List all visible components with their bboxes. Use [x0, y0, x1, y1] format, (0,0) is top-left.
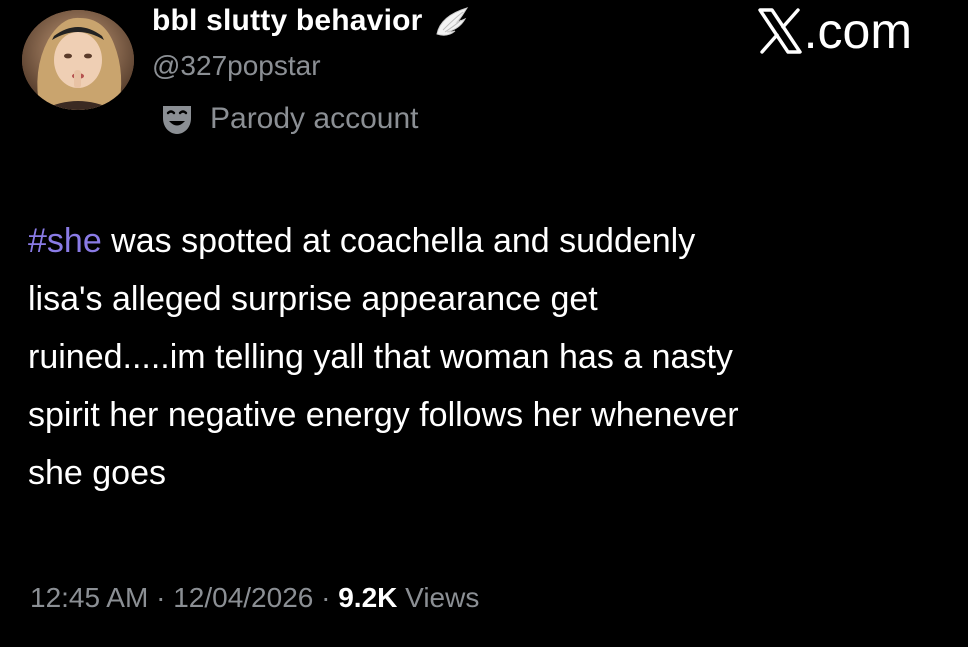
meta-separator: ·	[148, 582, 174, 613]
tweet-line: she goes	[28, 454, 166, 492]
tweet-line-text: was spotted at coachella and suddenly	[101, 222, 696, 260]
parody-label: Parody account	[210, 102, 419, 135]
views-count: 9.2K	[338, 582, 398, 613]
tweet-line: ruined.....im telling yall that woman ha…	[28, 338, 733, 376]
parody-label-row: Parody account	[160, 102, 418, 136]
avatar-image	[22, 10, 134, 110]
tweet-line: #she was spotted at coachella and sudden…	[28, 212, 948, 270]
angel-wing-icon	[433, 4, 471, 38]
tweet-line: spirit her negative energy follows her w…	[28, 396, 739, 434]
tweet-card: bbl slutty behavior @327popstar Parody a…	[0, 0, 968, 647]
x-logo-icon	[757, 8, 802, 54]
author-name-row: bbl slutty behavior	[152, 4, 471, 38]
tweet-meta: 12:45 AM · 12/04/2026 · 9.2K Views	[30, 582, 479, 614]
views-label: Views	[397, 582, 480, 613]
avatar[interactable]	[22, 10, 134, 110]
tweet-date[interactable]: 12/04/2026	[173, 582, 313, 613]
author-display-name[interactable]: bbl slutty behavior	[152, 4, 423, 38]
tweet-text: #she was spotted at coachella and sudden…	[28, 212, 948, 502]
tweet-line: lisa's alleged surprise appearance get	[28, 280, 598, 318]
tweet-time[interactable]: 12:45 AM	[30, 582, 148, 613]
meta-separator: ·	[313, 582, 339, 613]
hashtag-link[interactable]: #she	[28, 222, 102, 260]
brand-domain-text: .com	[803, 3, 912, 59]
theater-mask-icon	[160, 102, 194, 136]
author-handle[interactable]: @327popstar	[152, 50, 321, 82]
x-brand-watermark: .com	[757, 2, 912, 60]
